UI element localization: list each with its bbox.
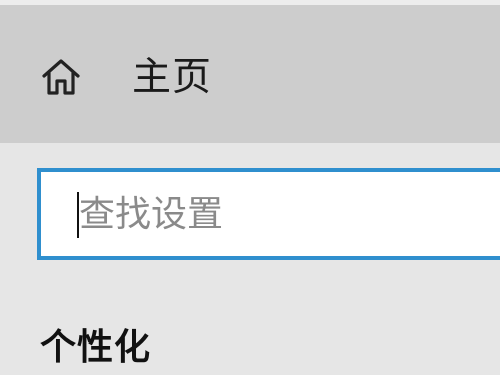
home-icon — [40, 57, 82, 97]
nav-item-home-label: 主页 — [132, 55, 213, 100]
nav-item-home[interactable]: 主页 — [0, 5, 500, 143]
search-box[interactable] — [37, 168, 500, 260]
section-heading: 个性化 — [40, 327, 152, 368]
search-input[interactable] — [79, 172, 479, 256]
